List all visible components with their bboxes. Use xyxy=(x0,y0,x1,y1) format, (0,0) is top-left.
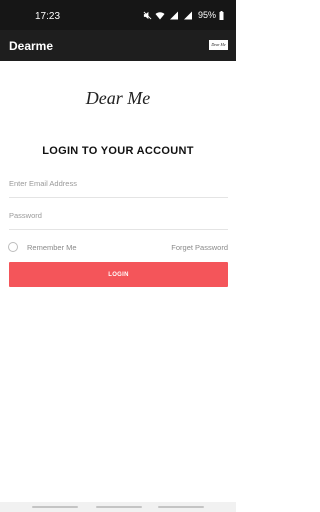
login-button[interactable]: LOGIN xyxy=(9,262,228,287)
app-title: Dearme xyxy=(9,39,54,53)
battery-percent: 95% xyxy=(197,10,216,20)
app-bar: Dearme Dear Me xyxy=(0,30,236,61)
status-time: 17:23 xyxy=(35,11,61,22)
signal-icon-2 xyxy=(183,11,192,19)
login-heading: LOGIN TO YOUR ACCOUNT xyxy=(42,145,194,157)
email-field xyxy=(9,170,228,198)
navigation-bar xyxy=(0,502,236,512)
email-input[interactable] xyxy=(9,170,228,197)
remember-radio[interactable] xyxy=(8,242,18,252)
nav-home-button[interactable] xyxy=(96,506,142,508)
status-bar: 17:23 95% xyxy=(0,0,236,30)
password-input[interactable] xyxy=(9,202,228,229)
brand-logo: Dear Me xyxy=(85,88,151,108)
wifi-icon xyxy=(155,11,165,19)
nav-back-button[interactable] xyxy=(32,506,78,508)
nav-recent-button[interactable] xyxy=(158,506,204,508)
status-icons: 95% xyxy=(143,10,224,20)
password-field xyxy=(9,202,228,230)
battery-icon xyxy=(219,10,224,20)
app-logo: Dear Me xyxy=(209,40,228,50)
forget-password-link[interactable]: Forget Password xyxy=(171,243,228,252)
signal-icon-1 xyxy=(169,11,178,19)
remember-row: Remember Me Forget Password xyxy=(8,241,228,253)
remember-label[interactable]: Remember Me xyxy=(27,243,77,252)
mute-icon xyxy=(143,11,152,19)
